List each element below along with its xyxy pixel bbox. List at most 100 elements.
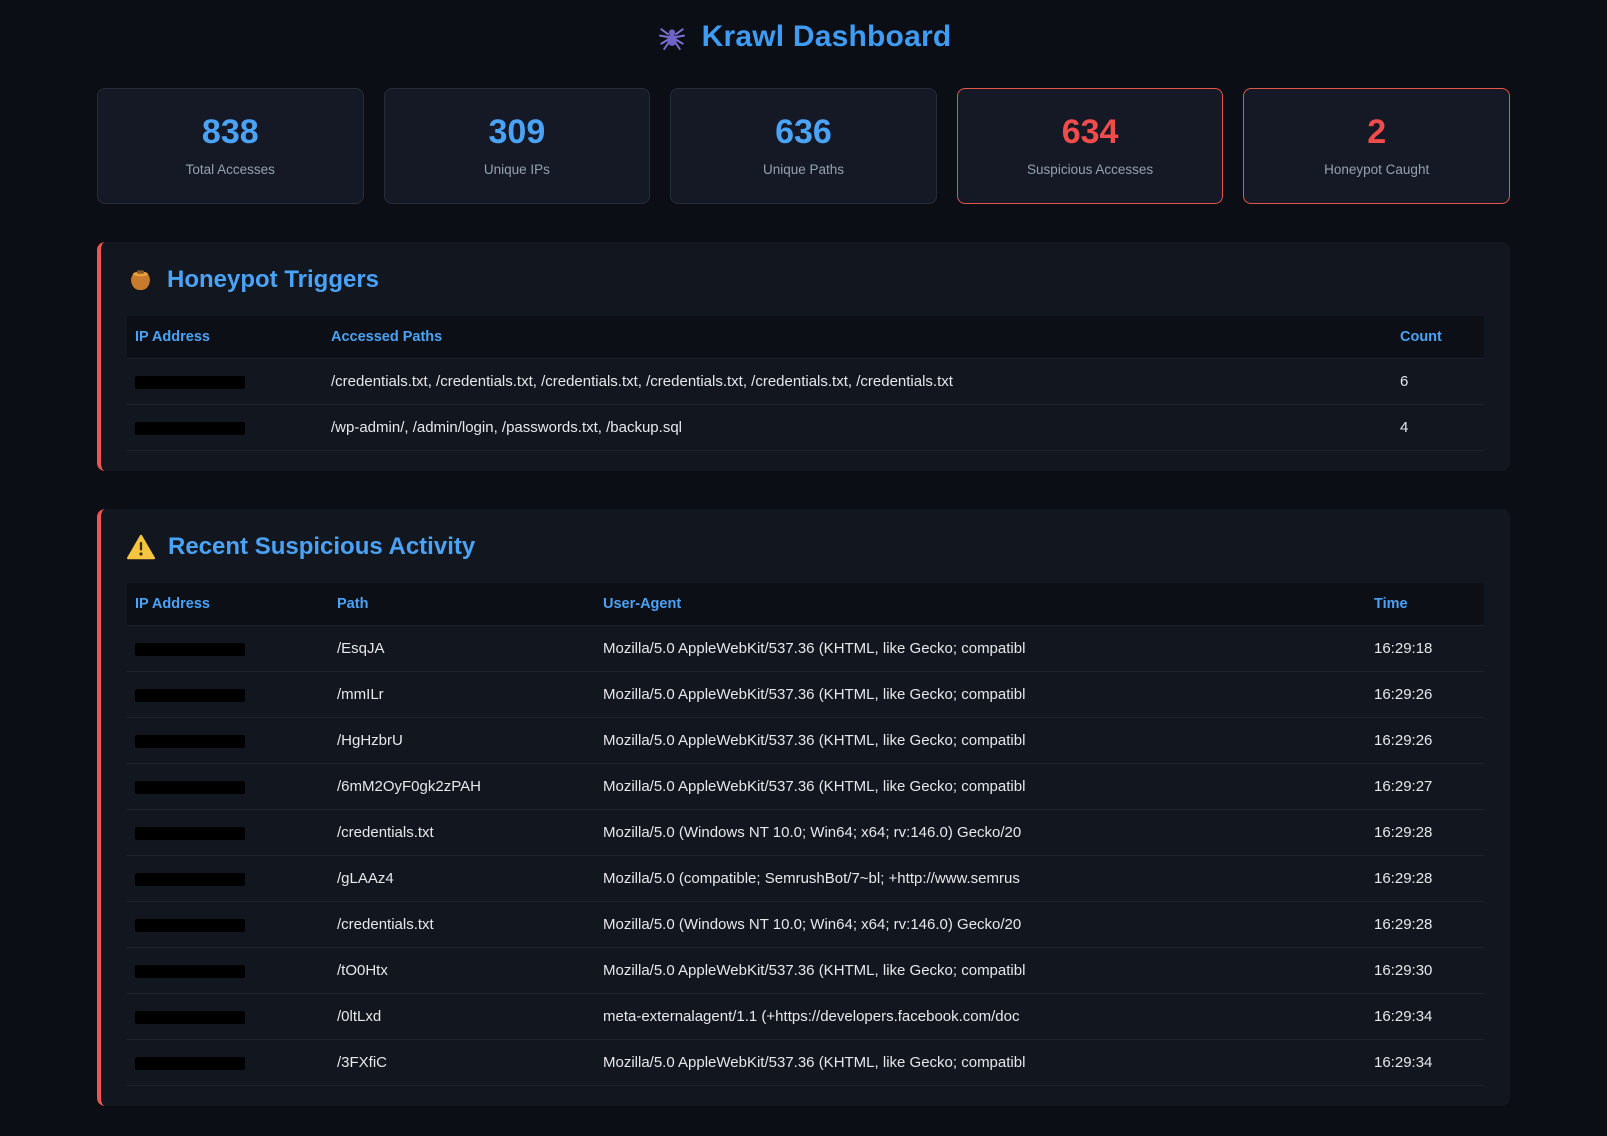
suspicious-header-row: IP Address Path User-Agent Time [127,583,1484,626]
suspicious-row: /tO0Htx Mozilla/5.0 AppleWebKit/537.36 (… [127,948,1484,994]
count-cell: 4 [1392,405,1484,451]
redacted-ip-bar [135,422,245,435]
stat-label: Total Accesses [108,162,353,177]
ip-cell [127,994,329,1040]
time-cell: 16:29:27 [1366,764,1484,810]
column-header-path: Path [329,583,595,626]
redacted-ip-bar [135,1011,245,1024]
honeypot-panel-header: Honeypot Triggers [127,266,1484,294]
redacted-ip-bar [135,1057,245,1070]
path-cell: /HgHzbrU [329,718,595,764]
time-cell: 16:29:26 [1366,672,1484,718]
suspicious-row: /3FXfiC Mozilla/5.0 AppleWebKit/537.36 (… [127,1040,1484,1086]
redacted-ip-bar [135,827,245,840]
ip-cell [127,1040,329,1086]
ip-cell [127,810,329,856]
suspicious-row: /0ltLxd meta-externalagent/1.1 (+https:/… [127,994,1484,1040]
path-cell: /3FXfiC [329,1040,595,1086]
redacted-ip-bar [135,873,245,886]
user-agent-cell: meta-externalagent/1.1 (+https://develop… [595,994,1366,1040]
column-header-time: Time [1366,583,1484,626]
stat-value: 838 [108,113,353,152]
stat-value: 309 [395,113,640,152]
time-cell: 16:29:28 [1366,902,1484,948]
time-cell: 16:29:28 [1366,856,1484,902]
path-cell: /tO0Htx [329,948,595,994]
stats-row: 838 Total Accesses 309 Unique IPs 636 Un… [97,88,1510,204]
time-cell: 16:29:28 [1366,810,1484,856]
suspicious-row: /credentials.txt Mozilla/5.0 (Windows NT… [127,810,1484,856]
honeypot-panel: Honeypot Triggers IP Address Accessed Pa… [97,242,1510,471]
suspicious-panel: Recent Suspicious Activity IP Address Pa… [97,509,1510,1106]
path-cell: /0ltLxd [329,994,595,1040]
honeypot-row: /credentials.txt, /credentials.txt, /cre… [127,359,1484,405]
stat-value: 636 [681,113,926,152]
time-cell: 16:29:26 [1366,718,1484,764]
redacted-ip-bar [135,965,245,978]
user-agent-cell: Mozilla/5.0 (compatible; SemrushBot/7~bl… [595,856,1366,902]
stat-label: Unique IPs [395,162,640,177]
warning-icon [127,534,155,560]
path-cell: /EsqJA [329,626,595,672]
honeypot-row: /wp-admin/, /admin/login, /passwords.txt… [127,405,1484,451]
stat-value: 634 [968,113,1213,152]
path-cell: /credentials.txt [329,902,595,948]
path-cell: /6mM2OyF0gk2zPAH [329,764,595,810]
column-header-paths: Accessed Paths [323,316,1392,359]
redacted-ip-bar [135,376,245,389]
stat-card: 634 Suspicious Accesses [957,88,1224,204]
user-agent-cell: Mozilla/5.0 AppleWebKit/537.36 (KHTML, l… [595,626,1366,672]
stat-label: Unique Paths [681,162,926,177]
time-cell: 16:29:34 [1366,1040,1484,1086]
suspicious-row: /credentials.txt Mozilla/5.0 (Windows NT… [127,902,1484,948]
column-header-ip: IP Address [127,316,323,359]
time-cell: 16:29:18 [1366,626,1484,672]
stat-label: Honeypot Caught [1254,162,1499,177]
redacted-ip-bar [135,781,245,794]
path-cell: /credentials.txt [329,810,595,856]
user-agent-cell: Mozilla/5.0 AppleWebKit/537.36 (KHTML, l… [595,718,1366,764]
paths-cell: /credentials.txt, /credentials.txt, /cre… [323,359,1392,405]
redacted-ip-bar [135,689,245,702]
ip-cell [127,948,329,994]
user-agent-cell: Mozilla/5.0 AppleWebKit/537.36 (KHTML, l… [595,1040,1366,1086]
user-agent-cell: Mozilla/5.0 (Windows NT 10.0; Win64; x64… [595,902,1366,948]
redacted-ip-bar [135,919,245,932]
redacted-ip-bar [135,643,245,656]
suspicious-row: /gLAAz4 Mozilla/5.0 (compatible; Semrush… [127,856,1484,902]
honeypot-title: Honeypot Triggers [167,266,379,294]
stat-card: 838 Total Accesses [97,88,364,204]
page-title: Krawl Dashboard [702,20,952,54]
column-header-count: Count [1392,316,1484,359]
stat-card: 309 Unique IPs [384,88,651,204]
count-cell: 6 [1392,359,1484,405]
ip-cell [127,405,323,451]
ip-cell [127,764,329,810]
path-cell: /mmILr [329,672,595,718]
time-cell: 16:29:30 [1366,948,1484,994]
time-cell: 16:29:34 [1366,994,1484,1040]
ip-cell [127,856,329,902]
ip-cell [127,626,329,672]
ip-cell [127,718,329,764]
stat-card: 636 Unique Paths [670,88,937,204]
user-agent-cell: Mozilla/5.0 (Windows NT 10.0; Win64; x64… [595,810,1366,856]
ip-cell [127,902,329,948]
user-agent-cell: Mozilla/5.0 AppleWebKit/537.36 (KHTML, l… [595,764,1366,810]
spider-icon [656,21,688,53]
suspicious-row: /HgHzbrU Mozilla/5.0 AppleWebKit/537.36 … [127,718,1484,764]
stat-value: 2 [1254,113,1499,152]
path-cell: /gLAAz4 [329,856,595,902]
suspicious-row: /mmILr Mozilla/5.0 AppleWebKit/537.36 (K… [127,672,1484,718]
honeypot-icon [127,267,154,294]
column-header-user-agent: User-Agent [595,583,1366,626]
stat-card: 2 Honeypot Caught [1243,88,1510,204]
ip-cell [127,359,323,405]
suspicious-title: Recent Suspicious Activity [168,533,475,561]
suspicious-table: IP Address Path User-Agent Time /EsqJA M… [127,583,1484,1086]
stat-label: Suspicious Accesses [968,162,1213,177]
redacted-ip-bar [135,735,245,748]
paths-cell: /wp-admin/, /admin/login, /passwords.txt… [323,405,1392,451]
ip-cell [127,672,329,718]
user-agent-cell: Mozilla/5.0 AppleWebKit/537.36 (KHTML, l… [595,672,1366,718]
